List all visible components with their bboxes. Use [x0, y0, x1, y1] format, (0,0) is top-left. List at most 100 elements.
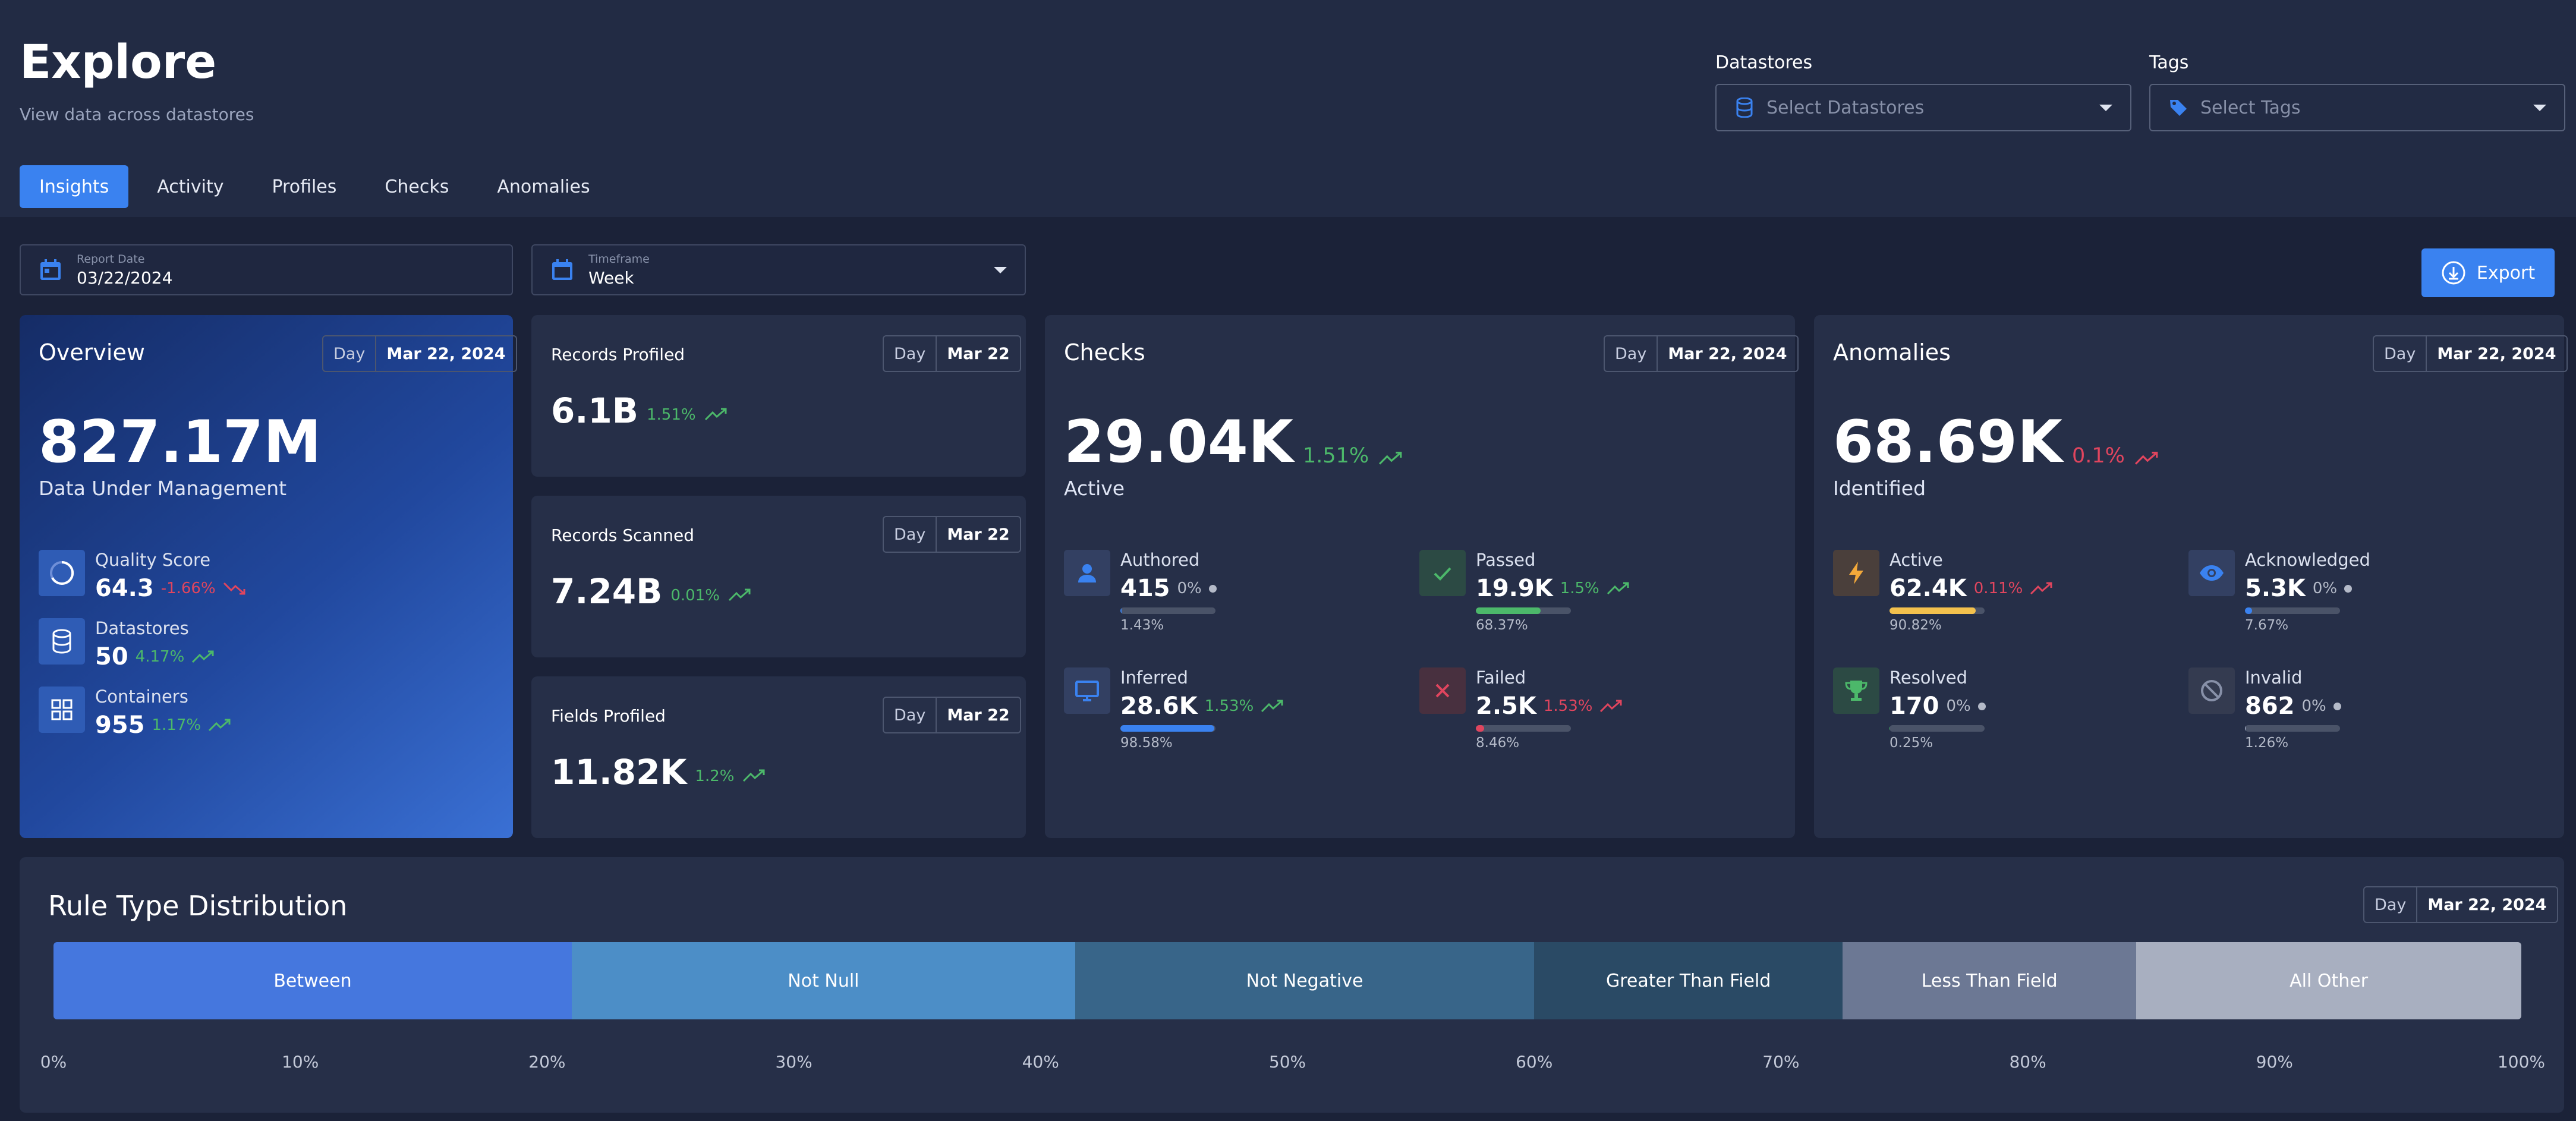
- anomalies-resolved-stat: Resolved 170 0% 0.25%: [1833, 667, 1986, 751]
- progress-bar: [2245, 607, 2340, 614]
- stat-value: 170: [1890, 692, 1939, 720]
- progress-label: 8.46%: [1476, 735, 1520, 751]
- rule-distribution-title: Rule Type Distribution: [48, 890, 348, 922]
- download-icon: [2442, 261, 2465, 285]
- progress-label: 90.82%: [1890, 618, 1942, 633]
- report-date-field[interactable]: Report Date 03/22/2024: [20, 244, 513, 295]
- progress-bar: [1890, 607, 1985, 614]
- overview-date-picker[interactable]: Day Mar 22, 2024: [322, 335, 517, 372]
- axis-tick-label: 30%: [775, 1052, 813, 1072]
- distribution-segment[interactable]: Not Null: [571, 942, 1075, 1019]
- timeframe-value: Week: [588, 267, 634, 288]
- records-profiled-date-picker[interactable]: Day Mar 22: [883, 335, 1021, 372]
- tab-profiles[interactable]: Profiles: [252, 165, 356, 208]
- export-button[interactable]: Export: [2421, 248, 2555, 297]
- timeframe-select[interactable]: Timeframe Week: [531, 244, 1026, 295]
- stat-value: 5.3K: [2245, 575, 2306, 602]
- date-label: Mar 22: [947, 344, 1010, 363]
- axis-tick-label: 100%: [2497, 1052, 2546, 1072]
- tags-select[interactable]: Select Tags: [2149, 84, 2565, 131]
- progress-bar: [1120, 607, 1215, 614]
- rule-distribution-bar: Between Not Null Not Negative Greater Than …: [53, 942, 2521, 1019]
- database-icon: [39, 618, 85, 665]
- progress-label: 0.25%: [1890, 735, 1933, 751]
- stat-change: 1.53%: [1543, 697, 1593, 715]
- chevron-down-icon: [2533, 104, 2546, 111]
- report-date-label: Report Date: [77, 252, 145, 266]
- overview-value: 827.17M: [39, 408, 322, 476]
- progress-label: 7.67%: [2245, 618, 2289, 633]
- user-icon: [1064, 550, 1110, 596]
- metric-value: 68.69K: [1833, 408, 2062, 476]
- tab-anomalies[interactable]: Anomalies: [477, 165, 609, 208]
- progress-fill: [1890, 607, 1976, 614]
- distribution-segment[interactable]: Not Negative: [1075, 942, 1535, 1019]
- trend-up-icon: [704, 408, 727, 421]
- period-label: Day: [1605, 336, 1658, 371]
- metric-value: 11.82K: [551, 752, 687, 792]
- metric-change: 1.51%: [1302, 444, 1369, 468]
- period-label: Day: [884, 698, 937, 732]
- metric-change: 0.1%: [2071, 444, 2125, 468]
- grid-icon: [39, 687, 85, 733]
- stat-name: Acknowledged: [2245, 550, 2370, 570]
- distribution-segment[interactable]: Less Than Field: [1843, 942, 2137, 1019]
- metric-value: 7.24B: [551, 571, 663, 612]
- distribution-segment[interactable]: Greater Than Field: [1534, 942, 1843, 1019]
- stat-name: Failed: [1476, 667, 1526, 688]
- anomalies-date-picker[interactable]: Day Mar 22, 2024: [2373, 335, 2568, 372]
- metric-change: 0.01%: [670, 587, 720, 604]
- datastores-select[interactable]: Select Datastores: [1715, 84, 2131, 131]
- database-icon: [1734, 97, 1755, 118]
- distribution-segment[interactable]: All Other: [2136, 942, 2521, 1019]
- trend-up-icon: [743, 769, 765, 782]
- date-label: Mar 22, 2024: [2427, 895, 2547, 914]
- axis-tick-label: 90%: [2256, 1052, 2293, 1072]
- overview-caption: Data Under Management: [39, 477, 287, 500]
- stat-change: 1.17%: [152, 716, 201, 734]
- stat-value: 28.6K: [1120, 692, 1198, 720]
- progress-bar: [1476, 725, 1571, 732]
- tab-checks[interactable]: Checks: [365, 165, 468, 208]
- period-label: Day: [884, 336, 937, 371]
- records-scanned-date-picker[interactable]: Day Mar 22: [883, 516, 1021, 553]
- timeframe-label: Timeframe: [588, 252, 650, 266]
- tab-insights[interactable]: Insights: [20, 165, 129, 208]
- distribution-segment[interactable]: Between: [53, 942, 572, 1019]
- trend-up-icon: [209, 719, 231, 732]
- trophy-icon: [1833, 667, 1879, 714]
- blocked-icon: [2188, 667, 2235, 714]
- overview-title: Overview: [39, 339, 145, 366]
- axis-tick-label: 0%: [40, 1052, 67, 1072]
- metric-value: 6.1B: [551, 391, 638, 431]
- tab-activity[interactable]: Activity: [137, 165, 243, 208]
- period-label: Day: [2374, 336, 2427, 371]
- stat-value: 2.5K: [1476, 692, 1536, 720]
- anomalies-caption: Identified: [1833, 477, 1926, 500]
- trend-up-icon: [2030, 582, 2052, 595]
- stat-value: 62.4K: [1890, 575, 1967, 602]
- stat-change: 0%: [2301, 697, 2326, 715]
- stat-change: 1.5%: [1560, 580, 1599, 597]
- trend-up-icon: [2134, 451, 2158, 465]
- checks-inferred-stat: Inferred 28.6K 1.53% 98.58%: [1064, 667, 1284, 751]
- axis-tick-label: 80%: [2009, 1052, 2046, 1072]
- progress-label: 1.26%: [2245, 735, 2289, 751]
- progress-label: 98.58%: [1120, 735, 1173, 751]
- date-label: Mar 22, 2024: [386, 344, 506, 363]
- check-icon: [1419, 550, 1466, 596]
- stat-value: 862: [2245, 692, 2295, 720]
- fields-profiled-date-picker[interactable]: Day Mar 22: [883, 697, 1021, 733]
- containers-stat: Containers 955 1.17%: [39, 687, 232, 739]
- progress-fill: [2245, 607, 2253, 614]
- metric-change: 1.2%: [695, 767, 735, 785]
- metric-change: 1.51%: [646, 406, 696, 424]
- progress-fill: [2245, 725, 2247, 732]
- rule-distribution-date-picker[interactable]: Day Mar 22, 2024: [2363, 886, 2558, 923]
- trend-up-icon: [728, 588, 751, 602]
- trend-up-icon: [192, 650, 214, 663]
- checks-date-picker[interactable]: Day Mar 22, 2024: [1604, 335, 1799, 372]
- stat-change: 0%: [1946, 697, 1971, 715]
- axis-tick-label: 70%: [1762, 1052, 1800, 1072]
- anomalies-title: Anomalies: [1833, 339, 1951, 366]
